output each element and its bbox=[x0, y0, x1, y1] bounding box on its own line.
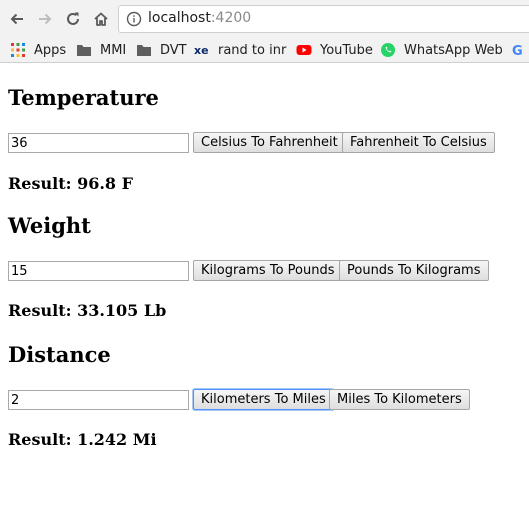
url-text: localhost:4200 bbox=[148, 10, 251, 26]
kilometers-to-miles-button[interactable]: Kilometers To Miles bbox=[193, 389, 334, 410]
distance-input[interactable] bbox=[8, 390, 189, 410]
bookmark-apps[interactable]: Apps bbox=[10, 41, 66, 59]
google-icon: G bbox=[512, 44, 523, 58]
reload-icon bbox=[67, 12, 79, 25]
distance-result: Result: 1.242 Mi bbox=[8, 430, 157, 449]
temperature-result: Result: 96.8 F bbox=[8, 174, 133, 193]
distance-heading: Distance bbox=[8, 342, 111, 367]
weight-input[interactable] bbox=[8, 261, 189, 281]
bookmark-label: DVT bbox=[160, 42, 187, 58]
whatsapp-icon bbox=[381, 43, 395, 57]
home-button[interactable] bbox=[90, 8, 112, 30]
bookmark-label: Apps bbox=[34, 42, 67, 58]
bookmarks-bar: Apps MMI DVT xe rand to inr YouTube What… bbox=[0, 38, 529, 63]
folder-icon bbox=[77, 45, 91, 56]
reload-button[interactable] bbox=[62, 8, 84, 30]
bookmark-google[interactable]: G bbox=[511, 41, 529, 59]
weight-result: Result: 33.105 Lb bbox=[8, 301, 167, 320]
bookmark-mmi[interactable]: MMI bbox=[76, 41, 126, 59]
bookmark-label: rand to inr bbox=[218, 42, 287, 58]
bookmark-label: YouTube bbox=[320, 42, 373, 58]
apps-grid-icon bbox=[11, 43, 25, 57]
forward-arrow-icon bbox=[39, 13, 52, 25]
bookmark-label: WhatsApp Web bbox=[404, 42, 503, 58]
back-button[interactable] bbox=[6, 8, 28, 30]
browser-toolbar: localhost:4200 bbox=[0, 0, 529, 38]
home-icon bbox=[94, 12, 108, 26]
svg-text:G: G bbox=[512, 44, 523, 58]
info-icon[interactable] bbox=[126, 11, 142, 27]
kilograms-to-pounds-button[interactable]: Kilograms To Pounds bbox=[193, 260, 343, 281]
bookmark-whatsapp-web[interactable]: WhatsApp Web bbox=[380, 41, 503, 59]
miles-to-kilometers-button[interactable]: Miles To Kilometers bbox=[329, 389, 470, 410]
url-port: :4200 bbox=[210, 10, 252, 26]
celsius-to-fahrenheit-button[interactable]: Celsius To Fahrenheit bbox=[193, 132, 346, 153]
forward-button[interactable] bbox=[34, 8, 56, 30]
svg-text:xe: xe bbox=[194, 44, 209, 57]
bookmark-youtube[interactable]: YouTube bbox=[296, 41, 373, 59]
back-arrow-icon bbox=[10, 13, 23, 25]
xe-icon: xe bbox=[194, 44, 209, 57]
youtube-icon bbox=[296, 45, 312, 55]
bookmark-dvt[interactable]: DVT bbox=[136, 41, 187, 59]
fahrenheit-to-celsius-button[interactable]: Fahrenheit To Celsius bbox=[342, 132, 495, 153]
pounds-to-kilograms-button[interactable]: Pounds To Kilograms bbox=[339, 260, 489, 281]
folder-icon bbox=[137, 45, 151, 56]
temperature-input[interactable] bbox=[8, 133, 189, 153]
weight-heading: Weight bbox=[8, 213, 91, 238]
bookmark-rand-to-inr[interactable]: xe rand to inr bbox=[194, 41, 286, 59]
bookmark-label: MMI bbox=[100, 42, 127, 58]
url-host: localhost bbox=[148, 10, 211, 26]
address-bar[interactable]: localhost:4200 bbox=[118, 5, 529, 33]
temperature-heading: Temperature bbox=[8, 85, 159, 110]
